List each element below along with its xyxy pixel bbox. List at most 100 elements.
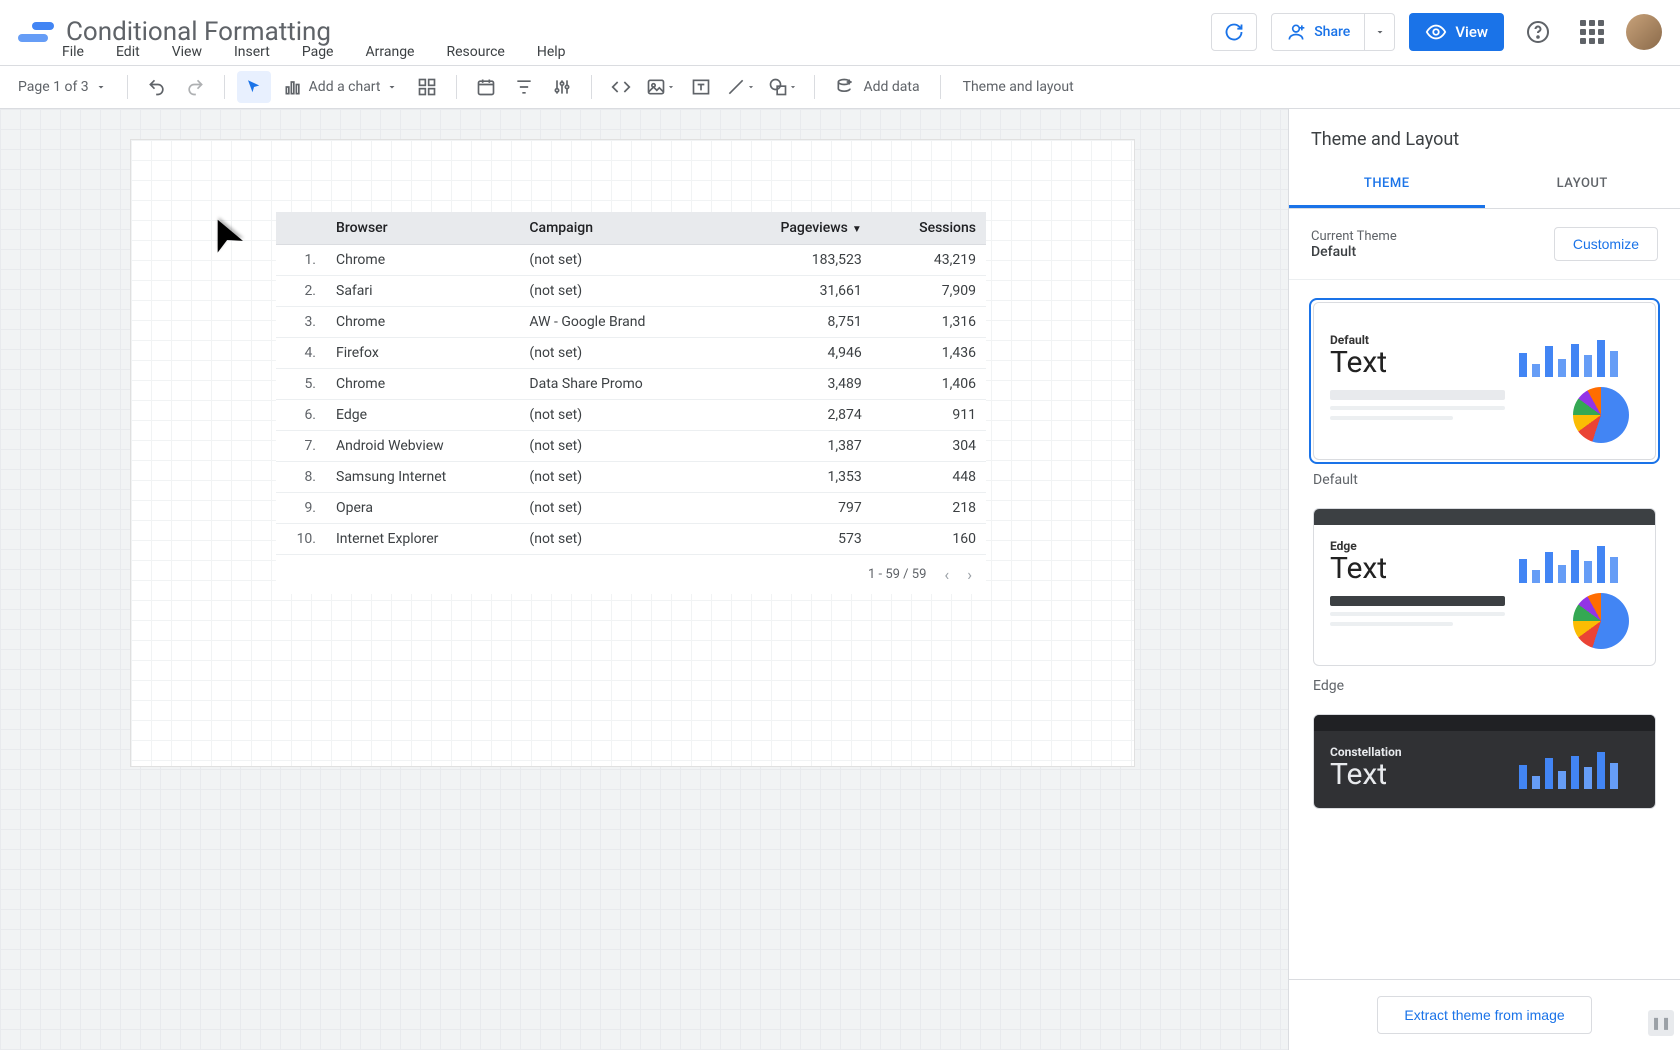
theme-card-default[interactable]: Default Text	[1309, 298, 1660, 464]
cell-pageviews: 1,387	[721, 431, 871, 462]
refresh-button[interactable]	[1211, 13, 1257, 51]
customize-button[interactable]: Customize	[1554, 227, 1658, 261]
text-button[interactable]	[684, 71, 718, 103]
tab-theme[interactable]: THEME	[1289, 162, 1485, 208]
col-campaign[interactable]: Campaign	[519, 212, 721, 245]
calendar-icon	[476, 77, 496, 97]
canvas[interactable]: Browser Campaign Pageviews▼ Sessions 1.C…	[0, 109, 1288, 1050]
cell-browser: Chrome	[326, 307, 519, 338]
table-row[interactable]: 8.Samsung Internet(not set)1,353448	[276, 462, 986, 493]
menu-page[interactable]: Page	[296, 40, 340, 64]
menu-view[interactable]: View	[166, 40, 208, 64]
menu-file[interactable]: File	[56, 40, 90, 64]
blocks-icon	[417, 77, 437, 97]
page-selector[interactable]: Page 1 of 3	[10, 79, 115, 95]
current-theme-name: Default	[1311, 244, 1397, 260]
theme-label-default: Default	[1313, 472, 1660, 488]
col-browser[interactable]: Browser	[326, 212, 519, 245]
cell-pageviews: 1,353	[721, 462, 871, 493]
pager-prev[interactable]: ‹	[944, 565, 949, 584]
col-sessions[interactable]: Sessions	[872, 212, 986, 245]
theme-layout-panel: Theme and Layout THEME LAYOUT Current Th…	[1288, 109, 1680, 1050]
embed-button[interactable]	[604, 71, 638, 103]
line-button[interactable]	[722, 71, 760, 103]
theme-card-constellation[interactable]: Constellation Text	[1309, 710, 1660, 813]
code-icon	[611, 77, 631, 97]
theme-card-edge[interactable]: Edge Text	[1309, 504, 1660, 670]
table-row[interactable]: 10.Internet Explorer(not set)573160	[276, 524, 986, 555]
menu-resource[interactable]: Resource	[440, 40, 510, 64]
report-page[interactable]: Browser Campaign Pageviews▼ Sessions 1.C…	[130, 139, 1135, 767]
table-row[interactable]: 3.ChromeAW - Google Brand8,7511,316	[276, 307, 986, 338]
undo-button[interactable]	[140, 71, 174, 103]
table-row[interactable]: 4.Firefox(not set)4,9461,436	[276, 338, 986, 369]
data-control-button[interactable]	[545, 71, 579, 103]
add-data-label: Add data	[863, 79, 919, 95]
shape-button[interactable]	[764, 71, 802, 103]
community-controls-button[interactable]	[410, 71, 444, 103]
cell-browser: Samsung Internet	[326, 462, 519, 493]
image-button[interactable]	[642, 71, 680, 103]
data-table[interactable]: Browser Campaign Pageviews▼ Sessions 1.C…	[276, 212, 986, 594]
cell-sessions: 1,406	[872, 369, 986, 400]
theme-layout-button[interactable]: Theme and layout	[953, 79, 1084, 95]
table-row[interactable]: 9.Opera(not set)797218	[276, 493, 986, 524]
theme-preview-text: Text	[1330, 757, 1505, 792]
cell-sessions: 448	[872, 462, 986, 493]
cell-pageviews: 2,874	[721, 400, 871, 431]
cell-pageviews: 31,661	[721, 276, 871, 307]
text-icon	[691, 77, 711, 97]
cell-campaign: Data Share Promo	[519, 369, 721, 400]
cell-campaign: AW - Google Brand	[519, 307, 721, 338]
table-row[interactable]: 7.Android Webview(not set)1,387304	[276, 431, 986, 462]
panel-title: Theme and Layout	[1289, 109, 1680, 162]
menu-arrange[interactable]: Arrange	[360, 40, 421, 64]
cell-idx: 1.	[276, 245, 326, 276]
cell-browser: Chrome	[326, 245, 519, 276]
view-button[interactable]: View	[1409, 13, 1504, 51]
cell-campaign: (not set)	[519, 338, 721, 369]
database-add-icon	[835, 77, 855, 97]
menu-insert[interactable]: Insert	[228, 40, 276, 64]
cell-sessions: 218	[872, 493, 986, 524]
tab-layout[interactable]: LAYOUT	[1485, 162, 1680, 208]
extract-theme-button[interactable]: Extract theme from image	[1377, 996, 1591, 1034]
themes-list[interactable]: Default Text	[1289, 280, 1680, 979]
help-button[interactable]	[1518, 12, 1558, 52]
cell-campaign: (not set)	[519, 524, 721, 555]
cell-sessions: 1,436	[872, 338, 986, 369]
filter-button[interactable]	[507, 71, 541, 103]
header: Conditional Formatting File Edit View In…	[0, 0, 1680, 65]
account-avatar[interactable]	[1626, 14, 1662, 50]
apps-button[interactable]	[1572, 12, 1612, 52]
table-row[interactable]: 6.Edge(not set)2,874911	[276, 400, 986, 431]
undo-icon	[147, 77, 167, 97]
select-tool[interactable]	[237, 71, 271, 103]
add-chart-button[interactable]: Add a chart	[275, 71, 407, 103]
cell-browser: Safari	[326, 276, 519, 307]
table-row[interactable]: 2.Safari(not set)31,6617,909	[276, 276, 986, 307]
col-index[interactable]	[276, 212, 326, 245]
help-icon	[1526, 20, 1550, 44]
share-button[interactable]: Share	[1271, 13, 1365, 51]
menu-help[interactable]: Help	[531, 40, 572, 64]
cell-browser: Firefox	[326, 338, 519, 369]
pager-next[interactable]: ›	[967, 565, 972, 584]
add-data-button[interactable]: Add data	[827, 71, 927, 103]
pause-icon[interactable]: ❚❚	[1648, 1010, 1674, 1036]
cell-browser: Internet Explorer	[326, 524, 519, 555]
app-logo-icon	[18, 14, 54, 50]
theme-preview-text: Text	[1330, 551, 1505, 586]
cell-browser: Opera	[326, 493, 519, 524]
date-range-button[interactable]	[469, 71, 503, 103]
table-row[interactable]: 1.Chrome(not set)183,52343,219	[276, 245, 986, 276]
cell-pageviews: 3,489	[721, 369, 871, 400]
table-row[interactable]: 5.ChromeData Share Promo3,4891,406	[276, 369, 986, 400]
cell-campaign: (not set)	[519, 400, 721, 431]
redo-button[interactable]	[178, 71, 212, 103]
table-header-row: Browser Campaign Pageviews▼ Sessions	[276, 212, 986, 245]
col-pageviews[interactable]: Pageviews▼	[721, 212, 871, 245]
share-dropdown[interactable]	[1365, 13, 1395, 51]
menu-edit[interactable]: Edit	[110, 40, 146, 64]
cell-pageviews: 4,946	[721, 338, 871, 369]
